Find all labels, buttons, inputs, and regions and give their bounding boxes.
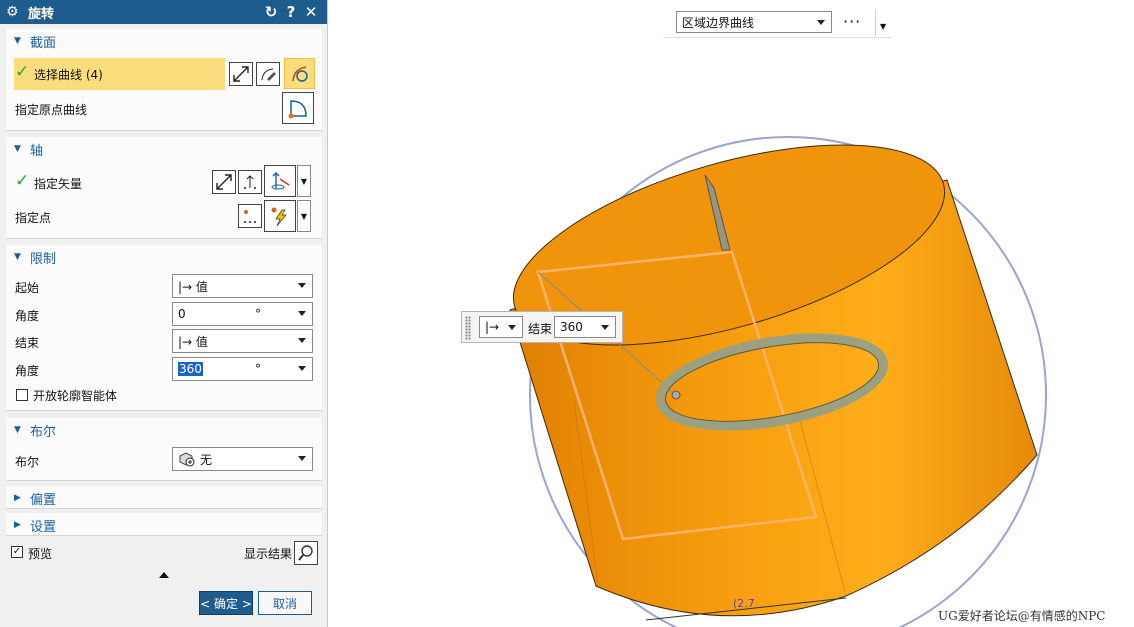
axis-group: ▼ 轴 ✓ 指定矢量 ▼ 指定点 ▼ <box>6 137 322 239</box>
revolve-dialog: ⚙ 旋转 ↻ ? ✕ ▼ 截面 ✓ 选择曲线 (4) 指定原点曲线 ▼ 轴 ✓ … <box>0 0 328 627</box>
show-result-label: 显示结果 <box>244 547 293 561</box>
help-icon[interactable]: ? <box>281 0 301 24</box>
boolean-dropdown[interactable]: 无 <box>172 447 313 471</box>
inferred-point-button[interactable] <box>264 200 296 232</box>
axis-point-handle[interactable] <box>671 390 681 400</box>
magnifier-icon <box>298 545 313 561</box>
show-result-button[interactable] <box>294 541 318 565</box>
offset-group[interactable]: ▶ 偏置 <box>6 486 322 509</box>
end-angle-label: 角度 <box>15 364 40 378</box>
ok-button[interactable]: < 确定 > <box>199 591 253 615</box>
more-options-button[interactable]: ··· <box>843 12 861 31</box>
settings-group[interactable]: ▶ 设置 <box>6 513 322 536</box>
chevron-down-icon <box>298 456 306 461</box>
point-dropdown-arrow[interactable]: ▼ <box>297 200 311 232</box>
end-angle-input[interactable]: 360 ° <box>172 357 313 381</box>
boolean-group-header[interactable]: ▼ 布尔 <box>6 418 322 442</box>
chevron-down-icon <box>817 20 825 25</box>
start-label: 起始 <box>15 281 40 295</box>
toolbar-overflow-icon[interactable]: ▼ <box>880 22 886 31</box>
check-icon: ✓ <box>15 62 30 82</box>
section-group-header[interactable]: ▼ 截面 <box>6 29 322 53</box>
preview-checkbox[interactable]: ✓ <box>11 546 23 558</box>
offset-group-header[interactable]: ▶ 偏置 <box>6 486 322 510</box>
sketch-section-button[interactable] <box>256 62 280 86</box>
axis-group-header[interactable]: ▼ 轴 <box>6 137 322 161</box>
inferred-vector-button[interactable] <box>264 165 296 197</box>
collapse-dialog-icon[interactable] <box>159 572 169 578</box>
limits-group: ▼ 限制 起始 |→ 值 角度 0 ° 结束 |→ 值 角度 360 ° 开放轮… <box>6 245 322 411</box>
preview-label: 预览 <box>28 547 53 561</box>
boolean-none-icon <box>179 452 195 467</box>
top-selection-toolbar: 区域边界曲线 ··· ▼ <box>663 8 892 38</box>
origin-curve-label: 指定原点曲线 <box>15 103 88 117</box>
check-icon: ✓ <box>15 171 30 191</box>
gear-icon: ⚙ <box>6 4 19 20</box>
selection-filter-value: 区域边界曲线 <box>682 15 755 30</box>
limit-type-dropdown[interactable]: |→ <box>479 316 523 338</box>
chevron-down-icon <box>298 283 306 288</box>
specify-vector-label: 指定矢量 <box>34 177 83 191</box>
start-type-dropdown[interactable]: |→ 值 <box>172 274 313 298</box>
curve-select-button[interactable] <box>284 58 315 89</box>
close-icon[interactable]: ✕ <box>301 0 321 24</box>
drag-handle-icon[interactable] <box>465 316 471 340</box>
limits-group-header[interactable]: ▼ 限制 <box>6 245 322 269</box>
start-angle-input[interactable]: 0 ° <box>172 302 313 326</box>
section-group: ▼ 截面 ✓ 选择曲线 (4) 指定原点曲线 <box>6 29 322 131</box>
expanded-triangle-icon: ▼ <box>14 252 21 262</box>
origin-curve-button[interactable] <box>282 92 314 124</box>
boolean-group: ▼ 布尔 布尔 无 <box>6 418 322 481</box>
floating-end-input: |→ 结束 360 <box>461 311 623 343</box>
chevron-down-icon <box>298 366 306 371</box>
reset-icon[interactable]: ↻ <box>261 0 281 24</box>
end-label: 结束 <box>15 336 40 350</box>
settings-group-header[interactable]: ▶ 设置 <box>6 513 322 537</box>
dimension-label: (2.7 <box>733 597 755 610</box>
collapsed-triangle-icon: ▶ <box>14 493 21 503</box>
chevron-down-icon <box>508 325 516 330</box>
open-profile-checkbox[interactable] <box>16 389 28 401</box>
boolean-label: 布尔 <box>15 455 40 469</box>
toolbar-divider <box>875 10 876 36</box>
end-type-dropdown[interactable]: |→ 值 <box>172 329 313 353</box>
vector-dialog-button[interactable] <box>238 170 262 194</box>
expanded-triangle-icon: ▼ <box>14 425 21 435</box>
specify-point-label: 指定点 <box>15 211 52 225</box>
watermark: UG爱好者论坛@有情感的NPC <box>938 609 1106 623</box>
open-profile-label: 开放轮廓智能体 <box>33 389 118 403</box>
select-curve-label: 选择曲线 (4) <box>34 68 103 82</box>
float-end-label: 结束 <box>528 322 553 336</box>
float-end-value-input[interactable]: 360 <box>554 316 616 338</box>
chevron-down-icon <box>298 338 306 343</box>
dialog-titlebar: ⚙ 旋转 ↻ ? ✕ <box>0 0 327 24</box>
reverse-vector-button[interactable] <box>212 170 236 194</box>
selection-filter-dropdown[interactable]: 区域边界曲线 <box>676 11 832 33</box>
dialog-title: 旋转 <box>28 6 55 22</box>
cancel-button[interactable]: 取消 <box>258 591 312 615</box>
point-dialog-button[interactable] <box>238 204 262 228</box>
vector-dropdown-arrow[interactable]: ▼ <box>297 165 311 197</box>
section-builder-button[interactable] <box>229 62 253 86</box>
expanded-triangle-icon: ▼ <box>14 36 21 46</box>
collapsed-triangle-icon: ▶ <box>14 520 21 530</box>
start-angle-label: 角度 <box>15 309 40 323</box>
chevron-down-icon <box>601 325 609 330</box>
expanded-triangle-icon: ▼ <box>14 144 21 154</box>
chevron-down-icon <box>298 311 306 316</box>
